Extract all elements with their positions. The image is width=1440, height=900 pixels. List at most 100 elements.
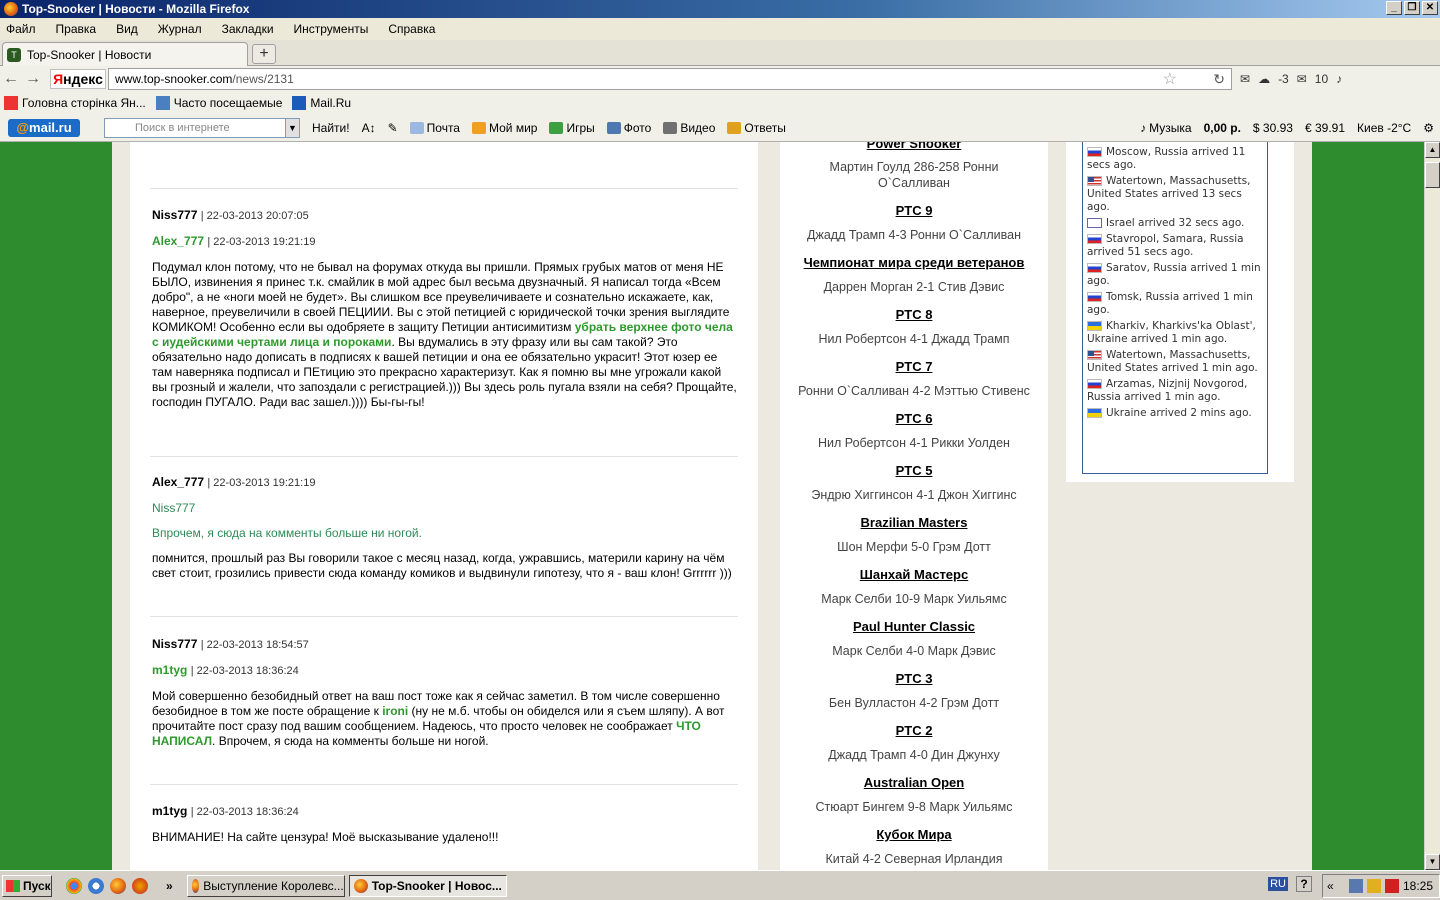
mail-link[interactable]: Почта [409,120,460,135]
yandex-button[interactable]: Яндекс [50,69,106,89]
bookmark-label: Mail.Ru [310,95,352,110]
myworld-link-label: Мой мир [488,120,538,135]
video-link[interactable]: Видео [663,121,715,135]
tournament-link[interactable]: Чемпионат мира среди ветеранов [780,255,1048,270]
balance[interactable]: 0,00 р. [1204,121,1241,135]
chrome-icon[interactable] [66,877,82,894]
mailru-logo[interactable]: @mail.ru [8,118,80,137]
language-indicator[interactable]: RU [1268,877,1288,891]
search-input[interactable]: Поиск в интернете ▼ [104,117,300,138]
reload-icon[interactable]: ↻ [1213,71,1225,88]
weather-kiev[interactable]: Киев -2°C [1357,121,1411,135]
tournament-link[interactable]: Australian Open [780,775,1048,790]
menu-help[interactable]: Справка [388,22,435,36]
reply-author[interactable]: m1tyg [152,663,187,677]
back-button[interactable]: ← [0,70,22,88]
bookmark-mailru[interactable]: Mail.Ru [292,96,351,111]
clock[interactable]: 18:25 [1403,879,1433,893]
tournament-link[interactable]: PTC 6 [780,411,1048,426]
security-shield-icon[interactable] [1366,879,1381,893]
answers-link[interactable]: Ответы [727,121,786,135]
highlight-icon[interactable]: ✎ [388,121,398,135]
photo-link[interactable]: Фото [606,121,651,135]
menu-history[interactable]: Журнал [158,22,202,36]
antivirus-icon[interactable] [1384,879,1399,893]
search-dropdown-icon[interactable]: ▼ [285,118,299,137]
music-link[interactable]: ♪ Музыка [1140,121,1191,135]
reply-author[interactable]: Alex_777 [152,234,204,248]
result-item: PTC 5 Эндрю Хиггинсон 4-1 Джон Хиггинс [780,463,1048,502]
tab-top-snooker[interactable]: T Top-Snooker | Новости [2,42,248,66]
help-icon[interactable]: ? [1296,876,1312,892]
bookmark-star-icon[interactable]: ☆ [1163,69,1177,89]
visitor-entry: Israel arrived 32 secs ago. [1087,217,1263,230]
quick-launch-more[interactable]: » [166,879,173,893]
firefox-icon[interactable] [110,877,126,894]
forward-button[interactable]: → [22,70,44,88]
results-sidebar: Power Snooker Мартин Гоулд 286-258 Ронни … [780,142,1048,870]
ie-icon[interactable] [88,877,104,894]
comment-author[interactable]: Alex_777 [152,475,204,489]
comment-text: Подумал клон потому, что не бывал на фор… [152,260,738,410]
mail-link-label: Почта [426,120,460,135]
firefox-icon [353,878,368,893]
menu-tools[interactable]: Инструменты [294,22,369,36]
network-icon[interactable] [1348,879,1363,893]
scroll-thumb[interactable] [1425,162,1440,188]
tournament-link[interactable]: Paul Hunter Classic [780,619,1048,634]
bookmarks-toolbar: Головна сторінка Ян... Часто посещаемые … [0,92,1440,114]
windows-logo-icon [6,879,20,892]
tournament-link[interactable]: Кубок Мира [780,827,1048,842]
comment-author[interactable]: m1tyg [152,804,187,818]
tournament-link[interactable]: PTC 2 [780,723,1048,738]
menu-file[interactable]: Файл [6,22,36,36]
taskbar-item[interactable]: Выступление Королевс... [186,874,345,897]
page-viewport: Niss777 | 22-03-2013 20:07:05 Alex_777 |… [0,142,1424,870]
mail-icon[interactable]: ✉ [1240,72,1250,86]
tournament-link[interactable]: PTC 5 [780,463,1048,478]
menu-edit[interactable]: Правка [56,22,97,36]
font-size-icon[interactable]: A↕ [362,121,376,135]
weather-icon[interactable]: ☁ [1258,72,1270,86]
visitor-text: Saratov, Russia arrived 1 min ago. [1087,262,1261,287]
myworld-link[interactable]: Мой мир [471,120,538,135]
mail-count-icon[interactable]: ✉ [1297,72,1307,86]
tournament-link[interactable]: PTC 9 [780,203,1048,218]
url-bar[interactable]: www.top-snooker.com/news/2131 ☆ ↻ [108,68,1232,90]
comment-text-highlight[interactable]: ironi [382,704,408,718]
tournament-link[interactable]: PTC 3 [780,671,1048,686]
find-button[interactable]: Найти! [312,121,350,135]
speaker-icon[interactable]: ♪ [1336,72,1342,86]
tournament-link[interactable]: Brazilian Masters [780,515,1048,530]
menu-view[interactable]: Вид [116,22,138,36]
comment-author[interactable]: Niss777 [152,208,197,222]
tray-expand-icon[interactable]: « [1327,879,1334,893]
tournament-link[interactable]: Power Snooker [780,142,1048,151]
browser-icon[interactable] [132,877,148,894]
menu-bookmarks[interactable]: Закладки [222,22,274,36]
minimize-button[interactable]: _ [1386,1,1402,15]
scroll-up-icon[interactable]: ▲ [1425,142,1440,158]
eur-rate[interactable]: € 39.91 [1305,121,1345,135]
taskbar: Пуск » Выступление Королевс... Top-Snook… [0,870,1440,900]
tournament-link[interactable]: PTC 7 [780,359,1048,374]
games-icon [549,121,564,134]
vertical-scrollbar[interactable]: ▲ ▼ [1424,142,1440,870]
games-link[interactable]: Игры [549,121,595,135]
bookmark-yandex[interactable]: Головна сторінка Ян... [4,96,146,111]
result-score: Китай 4-2 Северная Ирландия [825,852,1003,866]
tournament-link[interactable]: Шанхай Мастерс [780,567,1048,582]
usd-rate[interactable]: $ 30.93 [1253,121,1293,135]
settings-gear-icon[interactable]: ⚙ [1423,121,1434,135]
tournament-link[interactable]: PTC 8 [780,307,1048,322]
scroll-down-icon[interactable]: ▼ [1425,854,1440,870]
bookmark-most-visited[interactable]: Часто посещаемые [155,96,282,111]
taskbar-item[interactable]: Top-Snooker | Новос... [348,874,507,897]
start-button[interactable]: Пуск [2,874,52,897]
close-button[interactable]: ✕ [1422,1,1438,15]
comment-author[interactable]: Niss777 [152,637,197,651]
maximize-button[interactable]: ❐ [1404,1,1420,15]
new-tab-button[interactable]: + [252,44,276,64]
visitor-entry: Tomsk, Russia arrived 1 min ago. [1087,291,1263,317]
quote-author[interactable]: Niss777 [152,501,738,515]
